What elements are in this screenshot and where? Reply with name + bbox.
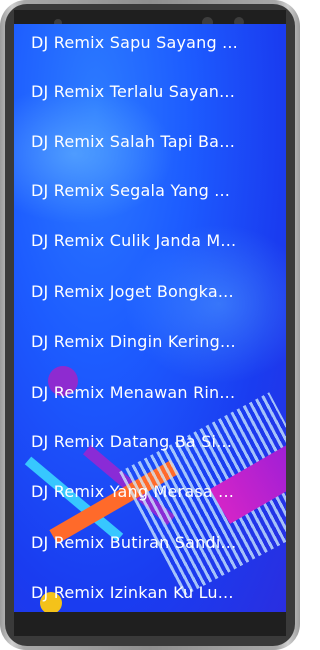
app-screen: DJ Remix Sapu Sayang ... DJ Remix Terlal… <box>14 24 286 612</box>
song-title: DJ Remix Salah Tapi Ba... <box>31 131 236 151</box>
song-list-item[interactable]: DJ Remix Culik Janda M... <box>14 225 286 255</box>
device-frame: DJ Remix Sapu Sayang ... DJ Remix Terlal… <box>0 0 300 650</box>
song-title: DJ Remix Menawan Rin... <box>31 382 236 402</box>
song-title: DJ Remix Izinkan Ku Lu... <box>31 582 234 602</box>
song-list-item[interactable]: DJ Remix Datang Ba Si... <box>14 426 286 456</box>
song-list-item[interactable]: DJ Remix Yang Merasa ... <box>14 476 286 506</box>
song-list-item[interactable]: DJ Remix Dingin Kering... <box>14 326 286 356</box>
song-list-item[interactable]: DJ Remix Salah Tapi Ba... <box>14 126 286 156</box>
song-list-item[interactable]: DJ Remix Terlalu Sayan... <box>14 76 286 106</box>
device-bottom-bezel <box>14 612 286 636</box>
song-title: DJ Remix Terlalu Sayan... <box>31 81 235 101</box>
song-list-item[interactable]: DJ Remix Menawan Rin... <box>14 377 286 407</box>
song-title: DJ Remix Dingin Kering... <box>31 331 236 351</box>
song-list-item[interactable]: DJ Remix Joget Bongka... <box>14 276 286 306</box>
song-title: DJ Remix Segala Yang ... <box>31 180 231 200</box>
song-title: DJ Remix Butiran Sandi... <box>31 532 237 552</box>
song-title: DJ Remix Datang Ba Si... <box>31 431 233 451</box>
song-title: DJ Remix Joget Bongka... <box>31 281 234 301</box>
song-title: DJ Remix Culik Janda M... <box>31 230 237 250</box>
song-title: DJ Remix Sapu Sayang ... <box>31 32 238 52</box>
song-list-item[interactable]: DJ Remix Sapu Sayang ... <box>14 27 286 57</box>
song-list-item[interactable]: DJ Remix Segala Yang ... <box>14 175 286 205</box>
song-list-item[interactable]: DJ Remix Butiran Sandi... <box>14 527 286 557</box>
song-list-item[interactable]: DJ Remix Izinkan Ku Lu... <box>14 577 286 607</box>
song-title: DJ Remix Yang Merasa ... <box>31 481 235 501</box>
